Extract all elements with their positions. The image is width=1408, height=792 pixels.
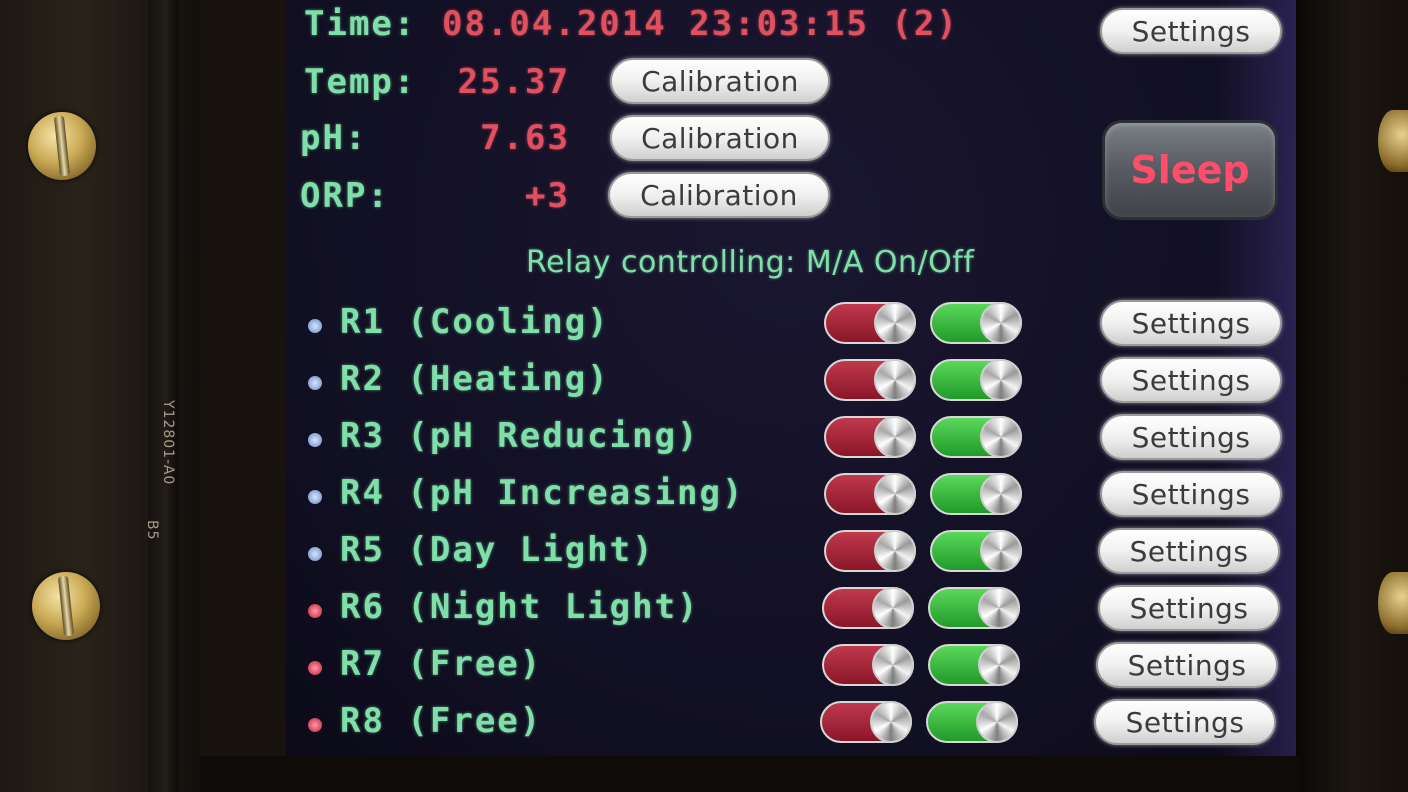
relay-status-indicator	[308, 490, 322, 504]
toggle-knob	[874, 473, 916, 515]
toggle-knob	[980, 416, 1022, 458]
toggle-knob	[978, 644, 1020, 686]
relay-row-r6: R6 (Night Light) Settings	[286, 585, 1296, 635]
relay-settings-button[interactable]: Settings	[1100, 357, 1282, 403]
relay-label: R4 (pH Increasing)	[340, 473, 745, 513]
toggle-knob	[978, 587, 1020, 629]
toggle-knob	[980, 359, 1022, 401]
toggle-knob	[872, 587, 914, 629]
relay-header: Relay controlling: M/A On/Off	[526, 245, 975, 280]
screw-right-top	[1378, 110, 1408, 172]
temp-value: 25.37	[457, 62, 570, 102]
relay-ma-toggle[interactable]	[824, 302, 916, 344]
board-print-model: Y12801-A0	[160, 400, 176, 486]
relay-status-indicator	[308, 433, 322, 447]
relay-ma-toggle[interactable]	[822, 587, 914, 629]
relay-row-r1: R1 (Cooling) Settings	[286, 300, 1296, 350]
toggle-knob	[980, 473, 1022, 515]
device-bottom-edge	[200, 756, 1300, 792]
toggle-knob	[874, 359, 916, 401]
relay-label: R1 (Cooling)	[340, 302, 610, 342]
time-value: 08.04.2014 23:03:15 (2)	[442, 4, 959, 44]
relay-ma-toggle[interactable]	[824, 416, 916, 458]
relay-label: R2 (Heating)	[340, 359, 610, 399]
screw-top	[28, 112, 96, 180]
relay-settings-button[interactable]: Settings	[1094, 699, 1276, 745]
relay-ma-toggle[interactable]	[822, 644, 914, 686]
relay-settings-button[interactable]: Settings	[1098, 585, 1280, 631]
toggle-knob	[874, 302, 916, 344]
toggle-knob	[870, 701, 912, 743]
board-print-sub: B5	[144, 520, 160, 541]
toggle-knob	[976, 701, 1018, 743]
toggle-knob	[874, 416, 916, 458]
relay-row-r7: R7 (Free) Settings	[286, 642, 1296, 692]
relay-settings-button[interactable]: Settings	[1100, 471, 1282, 517]
relay-ma-toggle[interactable]	[820, 701, 912, 743]
relay-status-indicator	[308, 376, 322, 390]
relay-row-r3: R3 (pH Reducing) Settings	[286, 414, 1296, 464]
relay-status-indicator	[308, 661, 322, 675]
toggle-knob	[872, 644, 914, 686]
relay-settings-button[interactable]: Settings	[1098, 528, 1280, 574]
relay-ma-toggle[interactable]	[824, 530, 916, 572]
relay-settings-button[interactable]: Settings	[1096, 642, 1278, 688]
relay-settings-button[interactable]: Settings	[1100, 414, 1282, 460]
relay-label: R6 (Night Light)	[340, 587, 700, 627]
ph-label: pH:	[300, 118, 368, 158]
relay-onoff-toggle[interactable]	[930, 530, 1022, 572]
orp-value: +3	[525, 176, 570, 216]
sleep-button[interactable]: Sleep	[1102, 120, 1278, 220]
relay-ma-toggle[interactable]	[824, 359, 916, 401]
relay-status-indicator	[308, 547, 322, 561]
relay-row-r5: R5 (Day Light) Settings	[286, 528, 1296, 578]
orp-calibration-button[interactable]: Calibration	[608, 172, 830, 218]
relay-label: R5 (Day Light)	[340, 530, 655, 570]
ph-value: 7.63	[480, 118, 570, 158]
relay-label: R7 (Free)	[340, 644, 543, 684]
toggle-knob	[980, 530, 1022, 572]
lcd-screen: Time: 08.04.2014 23:03:15 (2) Settings T…	[286, 0, 1296, 756]
temp-label: Temp:	[304, 62, 417, 102]
relay-row-r2: R2 (Heating) Settings	[286, 357, 1296, 407]
relay-onoff-toggle[interactable]	[930, 416, 1022, 458]
relay-onoff-toggle[interactable]	[930, 302, 1022, 344]
relay-status-indicator	[308, 319, 322, 333]
board-print: Y12801-A0 B5	[144, 400, 176, 740]
relay-ma-toggle[interactable]	[824, 473, 916, 515]
toggle-knob	[874, 530, 916, 572]
orp-label: ORP:	[300, 176, 390, 216]
relay-status-indicator	[308, 718, 322, 732]
relay-onoff-toggle[interactable]	[926, 701, 1018, 743]
relay-label: R8 (Free)	[340, 701, 543, 741]
relay-onoff-toggle[interactable]	[928, 644, 1020, 686]
time-label: Time:	[304, 4, 417, 44]
relay-status-indicator	[308, 604, 322, 618]
screw-right-bottom	[1378, 572, 1408, 634]
relay-onoff-toggle[interactable]	[928, 587, 1020, 629]
relay-onoff-toggle[interactable]	[930, 473, 1022, 515]
relay-row-r4: R4 (pH Increasing) Settings	[286, 471, 1296, 521]
ph-calibration-button[interactable]: Calibration	[610, 115, 830, 161]
relay-settings-button[interactable]: Settings	[1100, 300, 1282, 346]
relay-row-r8: R8 (Free) Settings	[286, 699, 1296, 749]
screw-bottom	[32, 572, 100, 640]
relay-label: R3 (pH Reducing)	[340, 416, 700, 456]
relay-onoff-toggle[interactable]	[930, 359, 1022, 401]
toggle-knob	[980, 302, 1022, 344]
temp-calibration-button[interactable]: Calibration	[610, 58, 830, 104]
time-settings-button[interactable]: Settings	[1100, 8, 1282, 54]
